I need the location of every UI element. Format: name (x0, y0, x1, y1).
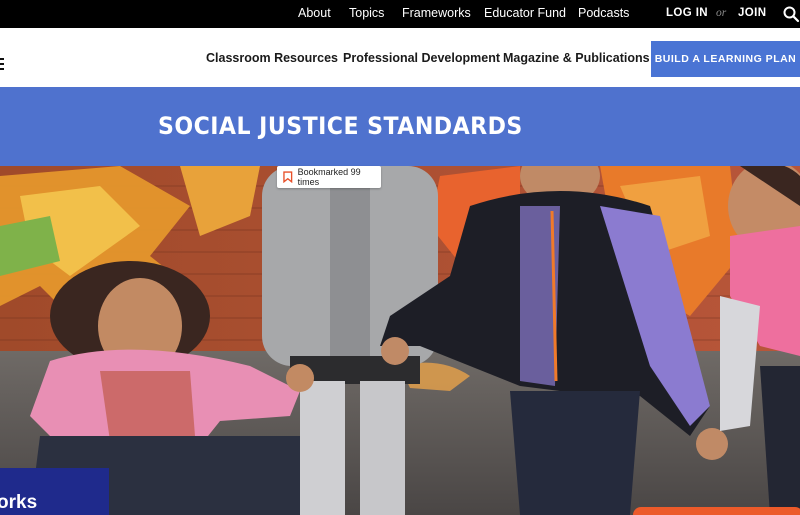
or-separator: or (716, 7, 727, 19)
utility-bar: About Topics Frameworks Educator Fund Po… (0, 0, 800, 28)
bookmark-count-text: Bookmarked 99 times (297, 167, 361, 187)
login-link[interactable]: LOG IN (666, 7, 708, 19)
orange-action-button-edge[interactable] (633, 507, 800, 515)
page-title: SOCIAL JUSTICE STANDARDS (158, 112, 523, 140)
search-icon[interactable] (782, 5, 800, 23)
page-title-banner: SOCIAL JUSTICE STANDARDS (0, 87, 800, 166)
bookmark-count-badge[interactable]: Bookmarked 99 times (277, 166, 381, 188)
topbar-link-about[interactable]: About (298, 6, 331, 20)
hero-photo-illustration (0, 166, 800, 515)
nav-professional-development[interactable]: Professional Development (343, 51, 500, 65)
topbar-link-topics[interactable]: Topics (349, 6, 384, 20)
build-learning-plan-button[interactable]: BUILD A LEARNING PLAN (651, 41, 800, 77)
frameworks-tab-label: orks (0, 492, 38, 513)
hero-image (0, 166, 800, 515)
main-navigation: Classroom Resources Professional Develop… (0, 28, 800, 87)
frameworks-tab[interactable]: orks (0, 468, 109, 515)
nav-magazine-publications[interactable]: Magazine & Publications (503, 51, 650, 65)
hamburger-menu-icon[interactable] (0, 58, 4, 72)
join-link[interactable]: JOIN (738, 7, 766, 19)
topbar-link-educator-fund[interactable]: Educator Fund (484, 6, 566, 20)
nav-classroom-resources[interactable]: Classroom Resources (206, 51, 338, 65)
bookmark-icon (283, 171, 293, 183)
topbar-link-frameworks[interactable]: Frameworks (402, 6, 471, 20)
topbar-link-podcasts[interactable]: Podcasts (578, 6, 629, 20)
